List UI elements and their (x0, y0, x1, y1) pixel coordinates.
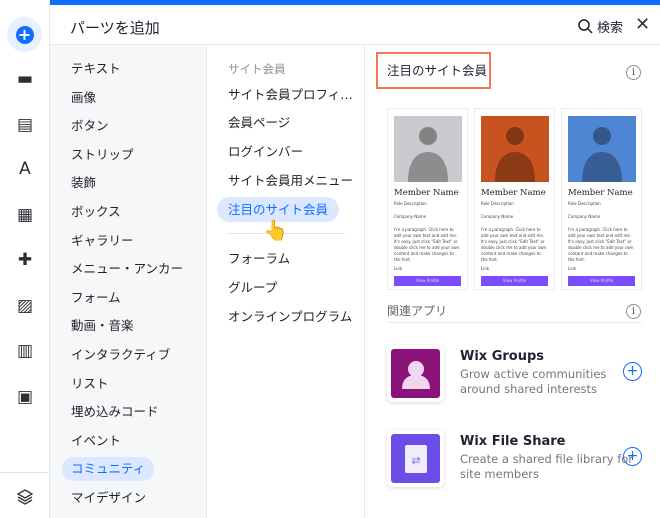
card-link[interactable]: Link (481, 266, 548, 272)
subcategory-heading: サイト会員 (228, 62, 286, 76)
panel-title: パーツを追加 (70, 19, 160, 37)
table-icon[interactable]: ▥ (0, 336, 50, 366)
divider (387, 322, 642, 323)
member-card[interactable]: Member Name Role Description Company Name I… (387, 108, 468, 290)
view-profile-button[interactable]: View Profile (568, 276, 635, 286)
theme-icon[interactable]: A (0, 154, 50, 184)
member-photo (481, 116, 549, 182)
media-icon[interactable]: ▨ (0, 291, 50, 321)
subcategory-item[interactable]: サイト会員プロフィ… (217, 82, 364, 107)
member-photo (568, 116, 636, 182)
file-icon: ⇄ (391, 434, 440, 483)
close-icon[interactable]: ✕ (635, 14, 650, 35)
category-item[interactable]: 装飾 (62, 171, 105, 195)
category-item[interactable]: イベント (62, 429, 130, 453)
subcategory-item[interactable]: ログインバー (217, 139, 314, 164)
paragraph: I'm a paragraph. Click here to add your … (568, 227, 634, 262)
member-card[interactable]: Member Name Role Description Company Name I… (561, 108, 642, 290)
add-app-button[interactable]: + (623, 362, 642, 381)
subcategory-item[interactable]: 会員ページ (217, 110, 301, 135)
apps-icon[interactable]: ▦ (0, 200, 50, 230)
app-name: Wix File Share (460, 434, 566, 449)
page-icon[interactable]: ▤ (0, 110, 50, 140)
panel-header: パーツを追加 検索 ✕ (50, 5, 660, 45)
plus-icon: + (15, 25, 34, 44)
role-description: Role Description (394, 201, 427, 206)
related-app[interactable]: ⇄ Wix File Share Create a shared file libr… (387, 430, 657, 488)
view-profile-button[interactable]: View Profile (394, 276, 461, 286)
member-name: Member Name (394, 188, 459, 198)
divider (0, 472, 50, 473)
subcategory-item[interactable]: グループ (217, 275, 288, 300)
paragraph: I'm a paragraph. Click here to add your … (394, 227, 460, 262)
preview-panel: 注目のサイト会員 i 関連アプリ i Member Name Role Descr… (366, 45, 660, 518)
layers-icon[interactable] (0, 482, 50, 512)
category-item[interactable]: メニュー・アンカー (62, 257, 192, 281)
file-share-icon: ⇄ (387, 430, 444, 487)
category-item[interactable]: 動画・音楽 (62, 314, 143, 338)
svg-text:⇄: ⇄ (411, 454, 420, 467)
paragraph: I'm a paragraph. Click here to add your … (481, 227, 547, 262)
subcategory-item[interactable]: フォーラム (217, 246, 301, 271)
category-item[interactable]: インタラクティブ (62, 343, 179, 367)
company-name: Company Name (394, 214, 427, 219)
left-toolbar: + ▬ ▤ A ▦ ✚ ▨ ▥ ▣ (0, 0, 50, 518)
member-name: Member Name (568, 188, 633, 198)
role-description: Role Description (568, 201, 601, 206)
member-photo (394, 116, 462, 182)
category-item[interactable]: マイデザイン (62, 486, 155, 510)
info-icon[interactable]: i (626, 304, 641, 319)
company-name: Company Name (481, 214, 514, 219)
card-link[interactable]: Link (568, 266, 635, 272)
category-item[interactable]: ギャラリー (62, 229, 143, 253)
section-title: 注目のサイト会員 (376, 52, 491, 89)
search-label: 検索 (597, 21, 624, 36)
category-list: テキスト画像ボタンストリップ装飾ボックスギャラリーメニュー・アンカー フォーム動画… (50, 45, 207, 518)
category-item[interactable]: ボタン (62, 114, 118, 138)
search-icon (578, 19, 593, 34)
info-icon[interactable]: i (626, 65, 641, 80)
related-apps-heading: 関連アプリ (387, 304, 448, 318)
category-item[interactable]: コミュニティ (62, 457, 155, 482)
app-name: Wix Groups (460, 349, 545, 364)
subcategory-item[interactable]: サイト会員用メニュー (217, 168, 364, 193)
add-app-button[interactable]: + (623, 447, 642, 466)
subcategory-item[interactable]: オンラインプログラム (217, 304, 363, 329)
category-item[interactable]: ボックス (62, 200, 130, 224)
search-button[interactable]: 検索 (578, 17, 623, 36)
hand-cursor-icon: 👆 (263, 218, 288, 242)
company-name: Company Name (568, 214, 601, 219)
role-description: Role Description (481, 201, 514, 206)
people-icon (391, 349, 440, 398)
category-item[interactable]: 埋め込みコード (62, 400, 168, 424)
category-item[interactable]: フォーム (62, 286, 130, 310)
category-item[interactable]: リスト (62, 372, 118, 396)
category-item[interactable]: テキスト (62, 57, 130, 81)
app-description: Create a shared file library for site me… (460, 452, 634, 481)
add-elements-button[interactable]: + (7, 17, 42, 52)
add-ons-icon[interactable]: ✚ (0, 245, 50, 275)
member-card[interactable]: Member Name Role Description Company Name I… (474, 108, 555, 290)
view-profile-button[interactable]: View Profile (481, 276, 548, 286)
strip-icon[interactable]: ▬ (0, 64, 50, 94)
related-app[interactable]: Wix Groups Grow active communities around… (387, 345, 657, 403)
subcategory-list: サイト会員 サイト会員プロフィ… 会員ページ ログインバー サイト会員用メニュー 注目の… (207, 45, 365, 518)
card-link[interactable]: Link (394, 266, 461, 272)
groups-icon (387, 345, 444, 402)
member-name: Member Name (481, 188, 546, 198)
category-item[interactable]: ストリップ (62, 143, 143, 167)
app-description: Grow active communities around shared in… (460, 367, 607, 396)
business-icon[interactable]: ▣ (0, 382, 50, 412)
category-item[interactable]: 画像 (62, 86, 105, 110)
